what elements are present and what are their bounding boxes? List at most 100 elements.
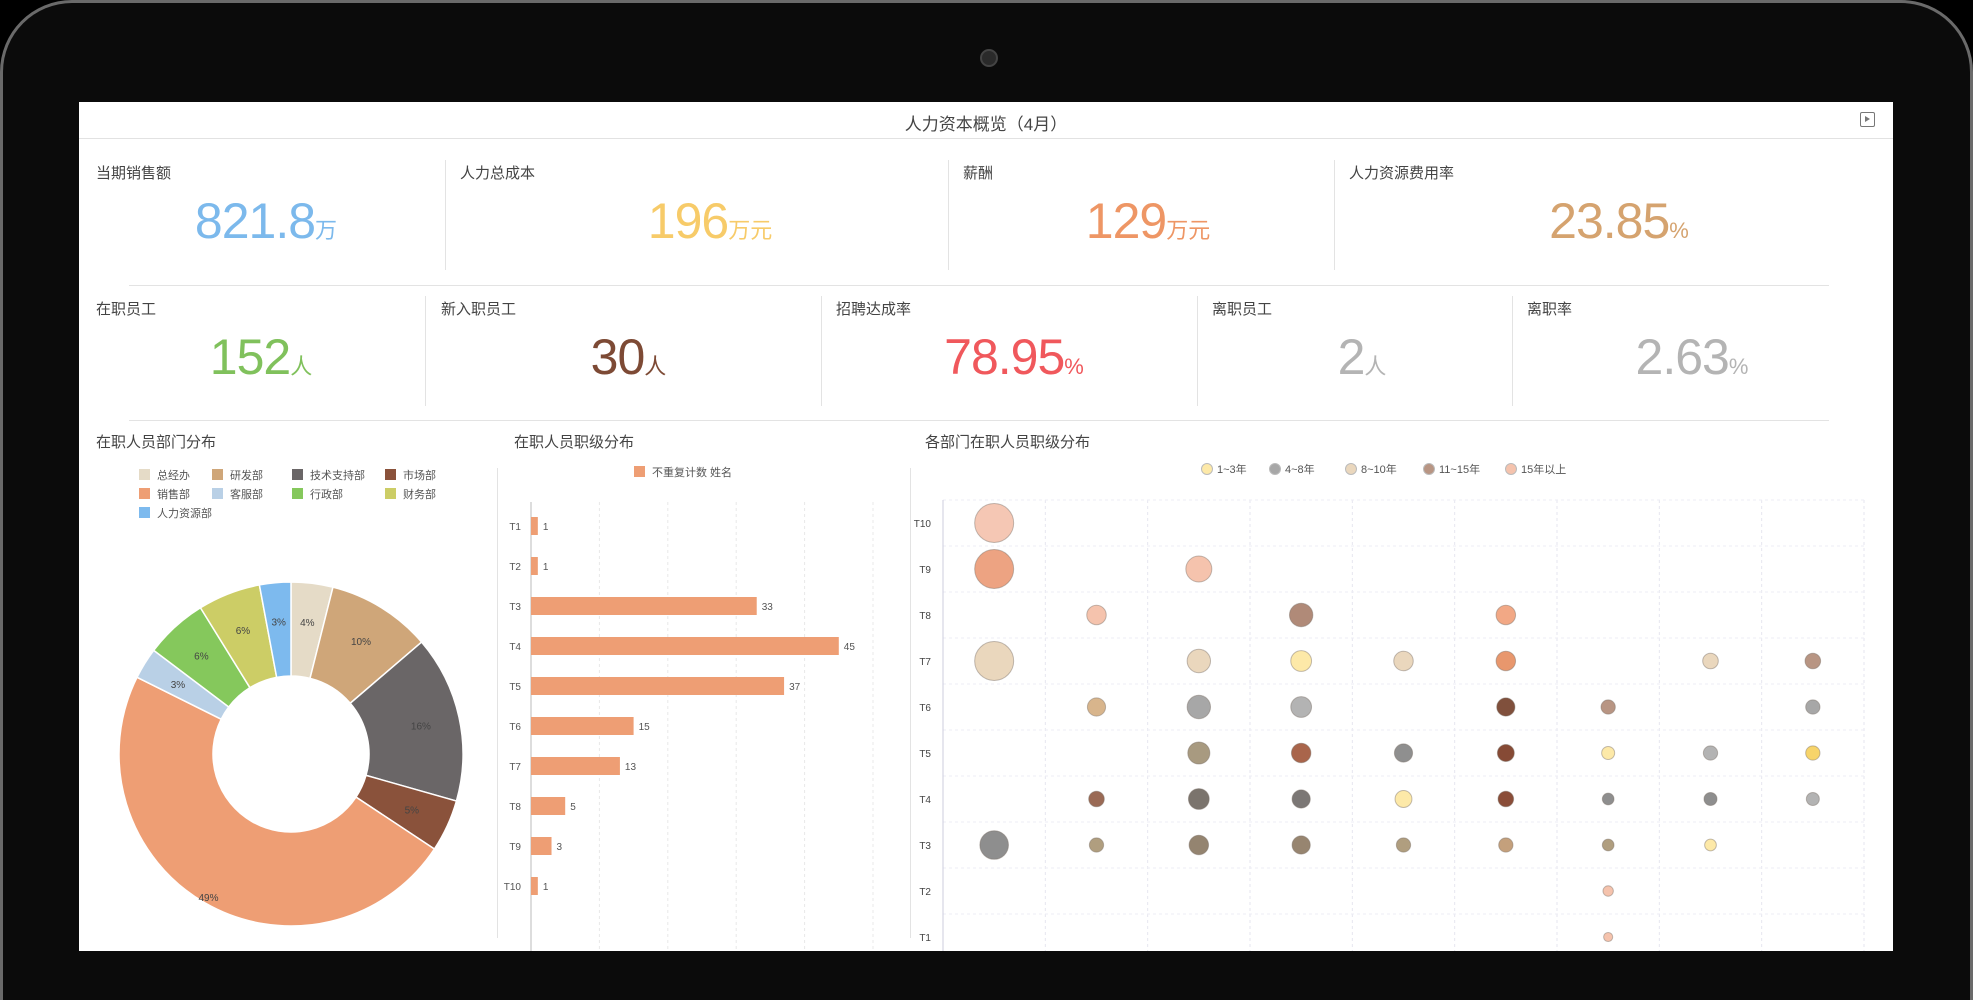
kpi-hr-cost-rate: 人力资源费用率 23.85% <box>1349 162 1889 262</box>
y-tick-label: T6 <box>919 703 931 714</box>
kpi-value: 2.63% <box>1527 328 1857 386</box>
legend-label: 总经办 <box>157 468 190 482</box>
divider <box>1197 296 1198 406</box>
kpi-total-cost: 人力总成本 196万元 <box>460 162 960 262</box>
bubble <box>1703 792 1718 806</box>
bubble <box>1185 555 1213 583</box>
bar <box>531 597 757 615</box>
chart-title-dept-level: 各部门在职人员职级分布 <box>925 434 1091 451</box>
bubble <box>1395 837 1412 853</box>
bubble <box>1601 838 1615 852</box>
kpi-number: 152 <box>209 329 291 385</box>
kpi-unit: 人 <box>644 354 667 379</box>
legend-swatch <box>139 469 150 480</box>
y-tick-label: T10 <box>504 882 522 893</box>
legend-label: 15年以上 <box>1521 462 1566 476</box>
y-tick-label: T3 <box>509 602 521 613</box>
bubble <box>974 641 1015 681</box>
y-tick-label: T7 <box>509 762 521 773</box>
kpi-number: 196 <box>647 193 729 249</box>
y-tick-label: T10 <box>914 519 932 530</box>
legend-dot <box>1201 463 1213 475</box>
y-tick-label: T8 <box>919 611 931 622</box>
divider <box>1512 296 1513 406</box>
dept-level-scatter-chart: 1~3年4~8年8~10年11~15年15年以上总经办财务部研发部技术支持部市场… <box>914 462 1865 951</box>
department-pie-chart: 总经办 研发部 技术支持部 市场部销售部 客服部 行政部 财务部人力资源部 4% 10% 16% 5… <box>118 468 464 927</box>
y-tick-label: T9 <box>919 565 931 576</box>
legend-label: 1~3年 <box>1217 462 1247 476</box>
bar <box>531 717 634 735</box>
bubble <box>1394 790 1413 808</box>
kpi-value: 129万元 <box>963 192 1333 250</box>
bar <box>531 797 566 815</box>
y-tick-label: T5 <box>919 749 931 760</box>
bar-data-label: 1 <box>543 522 549 533</box>
kpi-number: 2 <box>1337 329 1366 385</box>
pie-data-label: 4% <box>300 618 315 629</box>
legend-label: 行政部 <box>310 487 343 501</box>
kpi-unit: 人 <box>1364 354 1387 379</box>
kpi-value: 821.8万 <box>96 192 436 250</box>
bar <box>531 517 538 535</box>
y-tick-label: T8 <box>509 802 521 813</box>
kpi-salary: 薪酬 129万元 <box>963 162 1333 262</box>
bar <box>531 637 839 655</box>
bubble <box>1290 650 1313 672</box>
legend-label: 8~10年 <box>1361 462 1397 476</box>
bubble <box>1086 697 1107 717</box>
bubble <box>1603 931 1614 943</box>
bar <box>531 557 538 575</box>
kpi-unit: 万 <box>315 218 338 243</box>
legend-label: 销售部 <box>157 487 190 501</box>
legend-label: 研发部 <box>230 468 263 482</box>
kpi-label: 离职率 <box>1527 301 1573 318</box>
y-tick-label: T2 <box>509 562 521 573</box>
legend-swatch <box>292 488 303 499</box>
kpi-unit: 人 <box>290 354 313 379</box>
divider <box>948 160 949 270</box>
bubble <box>1601 746 1616 760</box>
kpi-number: 129 <box>1085 193 1167 249</box>
y-tick-label: T2 <box>919 887 931 898</box>
kpi-recruit-rate: 招聘达成率 78.95% <box>836 298 1192 398</box>
kpi-label: 薪酬 <box>963 165 994 182</box>
bubble <box>1498 837 1514 853</box>
legend-swatch <box>139 507 150 518</box>
dashboard-title: 人力资本概览（4月） <box>904 115 1068 134</box>
bar-data-label: 13 <box>625 762 637 773</box>
legend-label: 财务部 <box>403 487 436 501</box>
kpi-value: 2人 <box>1212 328 1512 386</box>
kpi-number: 2.63 <box>1635 329 1730 385</box>
legend-swatch <box>212 469 223 480</box>
bubble <box>1601 792 1615 806</box>
chart-title-level: 在职人员职级分布 <box>514 434 635 451</box>
legend-swatch <box>292 469 303 480</box>
bubble <box>1186 694 1212 720</box>
kpi-sales: 当期销售额 821.8万 <box>96 162 436 262</box>
bar <box>531 677 785 695</box>
kpi-number: 78.95 <box>944 329 1065 385</box>
bubble <box>974 503 1015 543</box>
legend-swatch <box>139 488 150 499</box>
bar-data-label: 33 <box>762 602 774 613</box>
legend-label: 11~15年 <box>1439 462 1480 476</box>
bar-data-label: 3 <box>557 842 563 853</box>
legend-dot <box>1269 463 1281 475</box>
pie-data-label: 16% <box>411 722 431 733</box>
pie-data-label: 3% <box>272 618 287 629</box>
y-tick-label: T9 <box>509 842 521 853</box>
legend-label: 人力资源部 <box>157 506 212 520</box>
bubble <box>1291 835 1311 855</box>
row-divider <box>129 285 1829 286</box>
export-icon[interactable] <box>1860 112 1875 127</box>
row-divider <box>129 420 1829 421</box>
kpi-unit: % <box>1728 354 1749 379</box>
legend-label: 不重复计数 姓名 <box>652 465 732 479</box>
pie-data-label: 6% <box>194 652 209 663</box>
camera-icon <box>980 49 998 67</box>
pie-data-label: 5% <box>405 806 420 817</box>
legend-label: 4~8年 <box>1285 462 1315 476</box>
bubble <box>1702 652 1719 670</box>
bubble <box>1602 885 1614 897</box>
bubble <box>1600 699 1616 715</box>
